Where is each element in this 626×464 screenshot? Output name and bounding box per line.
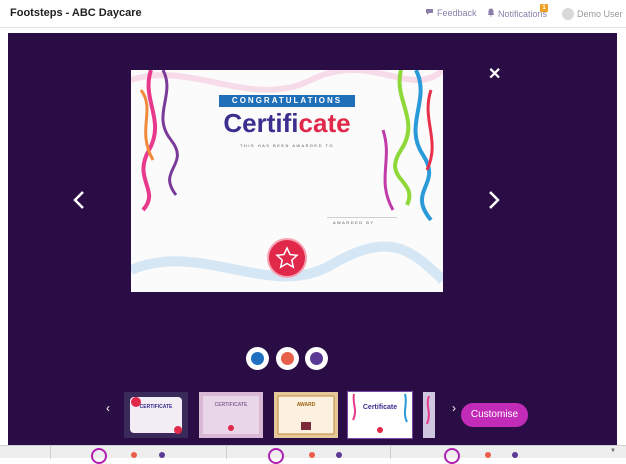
customise-button[interactable]: Customise (461, 403, 528, 427)
previous-arrow-icon[interactable] (73, 190, 85, 214)
footer-dot-icon (131, 452, 137, 458)
thumbnail-label: Certificate (362, 404, 398, 411)
page-footer-strip (0, 445, 626, 464)
feedback-label: Feedback (437, 8, 477, 18)
star-seal-icon (267, 238, 307, 278)
color-option-purple[interactable] (305, 347, 328, 370)
next-arrow-icon[interactable] (488, 190, 500, 214)
thumbnail-label: CERTIFICATE (214, 402, 248, 408)
color-option-orange[interactable] (276, 347, 299, 370)
footer-ring-icon (444, 448, 460, 464)
certificate-preview: CONGRATULATIONS Certificate THIS HAS BEE… (131, 70, 443, 292)
thumbnail-label: CERTIFICATE (139, 404, 173, 410)
feedback-link[interactable]: Feedback (425, 8, 477, 18)
footer-dot-icon (336, 452, 342, 458)
color-swatch (281, 352, 294, 365)
color-swatch (251, 352, 264, 365)
signature-line (327, 217, 397, 218)
certificate-title: Certificate (131, 108, 443, 139)
footer-dot-icon (159, 452, 165, 458)
bell-icon (487, 8, 495, 19)
notifications-badge: 1 (540, 4, 548, 12)
template-thumbnail[interactable]: CERTIFICATE (199, 392, 263, 438)
template-thumbnail-partial[interactable] (423, 392, 435, 438)
user-menu[interactable]: Demo User (562, 8, 623, 20)
user-name: Demo User (577, 9, 623, 19)
color-option-blue[interactable] (246, 347, 269, 370)
certificate-title-part2: cate (298, 108, 351, 138)
thumbnails-next-icon[interactable]: › (452, 401, 456, 415)
footer-ring-icon (268, 448, 284, 464)
thumbnail-label: AWARD (296, 402, 316, 408)
column-divider (226, 446, 227, 459)
column-divider (390, 446, 391, 459)
close-icon[interactable]: ✕ (488, 64, 501, 84)
column-divider (50, 446, 51, 459)
footer-dot-icon (512, 452, 518, 458)
footer-dot-icon (309, 452, 315, 458)
chat-bubble-icon (425, 8, 434, 18)
notifications-link[interactable]: Notifications (487, 8, 547, 19)
footer-dot-icon (485, 452, 491, 458)
top-bar: Footsteps - ABC Daycare Feedback Notific… (0, 0, 626, 28)
avatar (562, 8, 574, 20)
certificate-banner: CONGRATULATIONS (219, 95, 355, 107)
awarded-by-label: AWARDED BY (333, 220, 375, 225)
certificate-title-part1: Certifi (223, 108, 299, 138)
certificate-subtitle: THIS HAS BEEN AWARDED TO (239, 143, 334, 148)
app-title: Footsteps - ABC Daycare (10, 7, 142, 19)
template-thumbnail-selected[interactable]: Certificate (347, 391, 413, 439)
thumbnails-previous-icon[interactable]: ‹ (106, 401, 110, 415)
template-thumbnail[interactable]: CERTIFICATE (124, 392, 188, 438)
scroll-down-icon[interactable]: ▼ (610, 448, 616, 454)
footer-ring-icon (91, 448, 107, 464)
color-swatch (310, 352, 323, 365)
template-thumbnail[interactable]: AWARD (274, 392, 338, 438)
